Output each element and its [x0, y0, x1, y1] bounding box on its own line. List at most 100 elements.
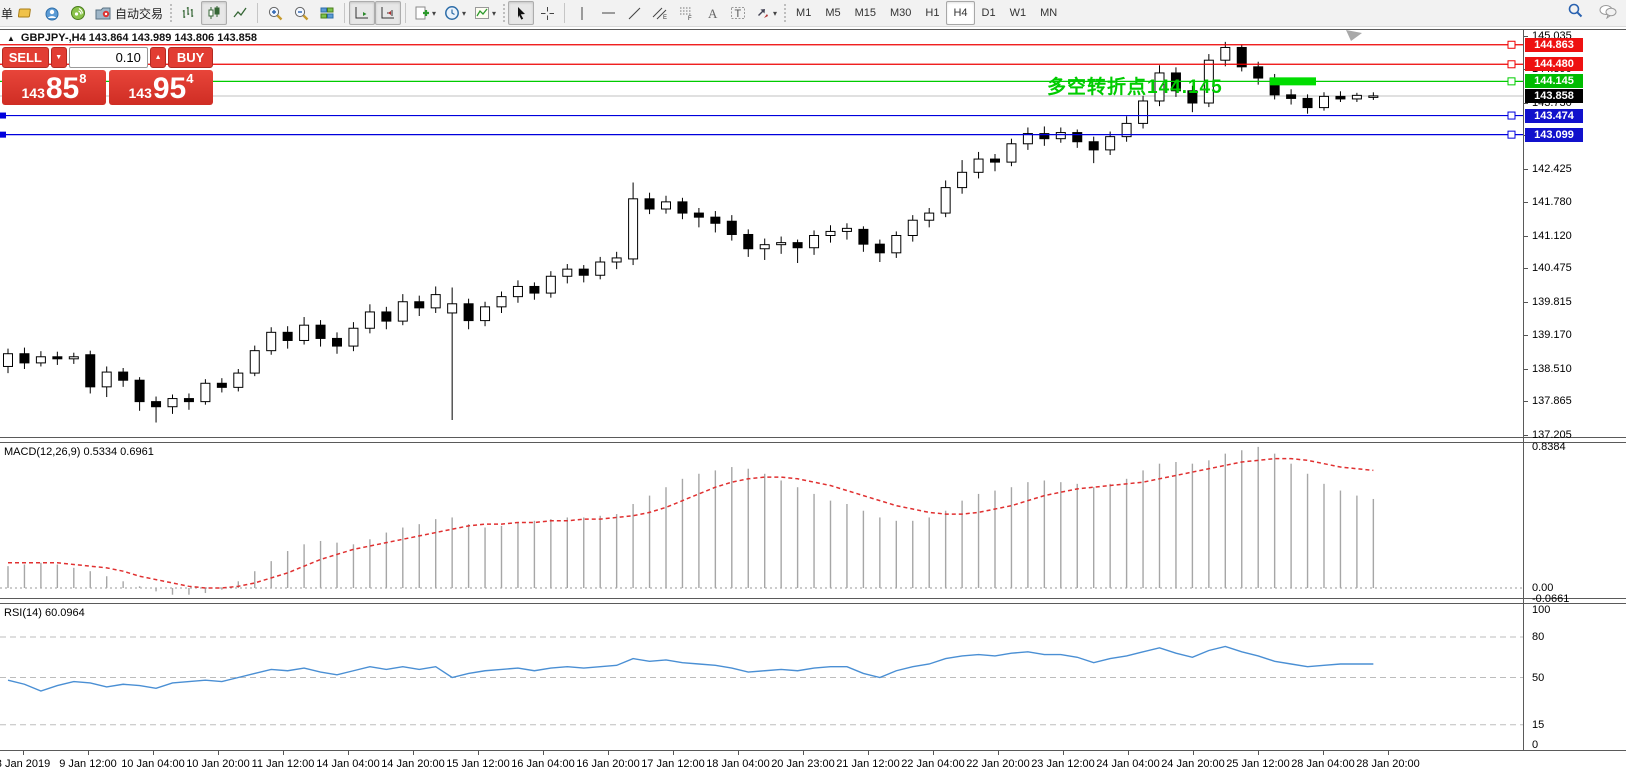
- candle-body: [892, 236, 901, 253]
- price-axis-label: 137.205: [1532, 429, 1572, 441]
- timeframe-M30[interactable]: M30: [883, 1, 918, 25]
- tile-windows-icon[interactable]: [314, 1, 340, 25]
- signals-icon[interactable]: [65, 1, 91, 25]
- sell-button[interactable]: SELL: [2, 47, 49, 68]
- price-level-label: 144.863: [1525, 38, 1583, 52]
- price-axis-tick: [1524, 169, 1528, 170]
- candlestick-chart-icon[interactable]: [201, 1, 227, 25]
- candle-body: [497, 297, 506, 307]
- candle-body: [168, 399, 177, 407]
- candle-body: [1073, 133, 1082, 142]
- timeframe-M5[interactable]: M5: [818, 1, 847, 25]
- svg-text:E: E: [663, 15, 667, 21]
- macd-indicator-label: MACD(12,26,9) 0.5334 0.6961: [4, 446, 154, 458]
- candle-body: [991, 159, 1000, 162]
- candle-body: [793, 243, 802, 248]
- chart-shift-icon[interactable]: [375, 1, 401, 25]
- chart-window[interactable]: ▲ GBPJPY-,H4 143.864 143.989 143.806 143…: [0, 27, 1626, 772]
- buy-price-button[interactable]: 143 95 4: [109, 70, 213, 105]
- candle-body: [1089, 142, 1098, 150]
- time-axis-tick: [1388, 751, 1389, 755]
- buy-price-big: 95: [153, 74, 186, 104]
- profile-icon[interactable]: [39, 1, 65, 25]
- candle-body: [349, 328, 358, 346]
- timeframe-M1[interactable]: M1: [789, 1, 818, 25]
- timeframe-MN[interactable]: MN: [1033, 1, 1064, 25]
- candle-body: [908, 220, 917, 235]
- candle-body: [662, 202, 671, 209]
- bar-chart-icon[interactable]: [175, 1, 201, 25]
- timeframe-H4[interactable]: H4: [946, 1, 974, 25]
- chevron-down-icon: ▾: [462, 9, 466, 18]
- price-axis-tick: [1524, 369, 1528, 370]
- time-axis-tick: [933, 751, 934, 755]
- candle-body: [333, 338, 342, 346]
- sell-price-prefix: 143: [22, 85, 45, 101]
- time-axis[interactable]: 8 Jan 20199 Jan 12:0010 Jan 04:0010 Jan …: [0, 750, 1523, 772]
- candle-body: [1303, 98, 1312, 107]
- timeframe-D1[interactable]: D1: [975, 1, 1003, 25]
- one-click-trading-panel: SELL ▼ ▲ BUY 143 85 8 143 95 4: [2, 47, 213, 105]
- time-axis-tick: [608, 751, 609, 755]
- zoom-out-icon[interactable]: [288, 1, 314, 25]
- cursor-icon[interactable]: [508, 1, 534, 25]
- candle-body: [530, 286, 539, 293]
- candle-body: [694, 213, 703, 217]
- candle-body: [1254, 67, 1263, 78]
- arrows-icon[interactable]: ▾: [751, 1, 781, 25]
- autotrading-button[interactable]: 自动交易: [91, 1, 167, 25]
- timeframe-H1[interactable]: H1: [918, 1, 946, 25]
- candle-body: [579, 269, 588, 275]
- text-label-icon[interactable]: T: [725, 1, 751, 25]
- time-axis-tick: [478, 751, 479, 755]
- time-axis-label: 22 Jan 04:00: [901, 758, 965, 770]
- vertical-line-icon[interactable]: [569, 1, 595, 25]
- trendline-icon[interactable]: [621, 1, 647, 25]
- volume-up-button[interactable]: ▲: [150, 47, 166, 68]
- new-order-icon[interactable]: ▾: [410, 1, 440, 25]
- buy-button[interactable]: BUY: [168, 47, 213, 68]
- fibonacci-icon[interactable]: F: [673, 1, 699, 25]
- timeframe-W1[interactable]: W1: [1003, 1, 1034, 25]
- price-axis-label: 137.865: [1532, 395, 1572, 407]
- new-order-partial-button[interactable]: 单: [1, 5, 13, 22]
- macd-plot[interactable]: [0, 443, 1523, 598]
- line-handle: [1508, 112, 1515, 119]
- zoom-in-icon[interactable]: [262, 1, 288, 25]
- price-axis-label: 138.510: [1532, 363, 1572, 375]
- auto-scroll-icon[interactable]: [349, 1, 375, 25]
- candle-body: [546, 276, 555, 293]
- channel-icon[interactable]: E: [647, 1, 673, 25]
- crosshair-icon[interactable]: [534, 1, 560, 25]
- prices-icon[interactable]: [13, 1, 39, 25]
- candle-body: [875, 244, 884, 253]
- candle-body: [842, 228, 851, 231]
- pivot-green-bar: [1270, 77, 1316, 85]
- toolbar-grip: [502, 3, 506, 23]
- horizontal-line-icon[interactable]: [595, 1, 621, 25]
- line-handle: [0, 132, 6, 138]
- volume-input[interactable]: [69, 47, 148, 68]
- candle-body: [777, 243, 786, 245]
- search-icon[interactable]: [1567, 2, 1584, 24]
- price-axis-tick: [1524, 202, 1528, 203]
- main-toolbar: 单 自动交易 ▾ ▾: [0, 0, 1626, 27]
- indicators-icon[interactable]: ▾: [470, 1, 500, 25]
- time-axis-label: 14 Jan 04:00: [316, 758, 380, 770]
- candle-body: [135, 380, 144, 401]
- candle-body: [4, 354, 13, 367]
- rsi-plot[interactable]: [0, 604, 1523, 750]
- candle-body: [859, 229, 868, 244]
- chevron-down-icon: ▾: [492, 9, 496, 18]
- candle-body: [234, 373, 243, 387]
- price-axis[interactable]: 145.035144.390143.730143.085142.425141.7…: [1523, 30, 1626, 750]
- line-chart-icon[interactable]: [227, 1, 253, 25]
- timeframe-M15[interactable]: M15: [848, 1, 883, 25]
- comments-icon[interactable]: [1598, 3, 1618, 24]
- period-icon[interactable]: ▾: [440, 1, 470, 25]
- price-chart-plot[interactable]: [0, 30, 1523, 437]
- candle-body: [711, 217, 720, 223]
- text-icon[interactable]: A: [699, 1, 725, 25]
- sell-price-button[interactable]: 143 85 8: [2, 70, 106, 105]
- volume-down-button[interactable]: ▼: [51, 47, 67, 68]
